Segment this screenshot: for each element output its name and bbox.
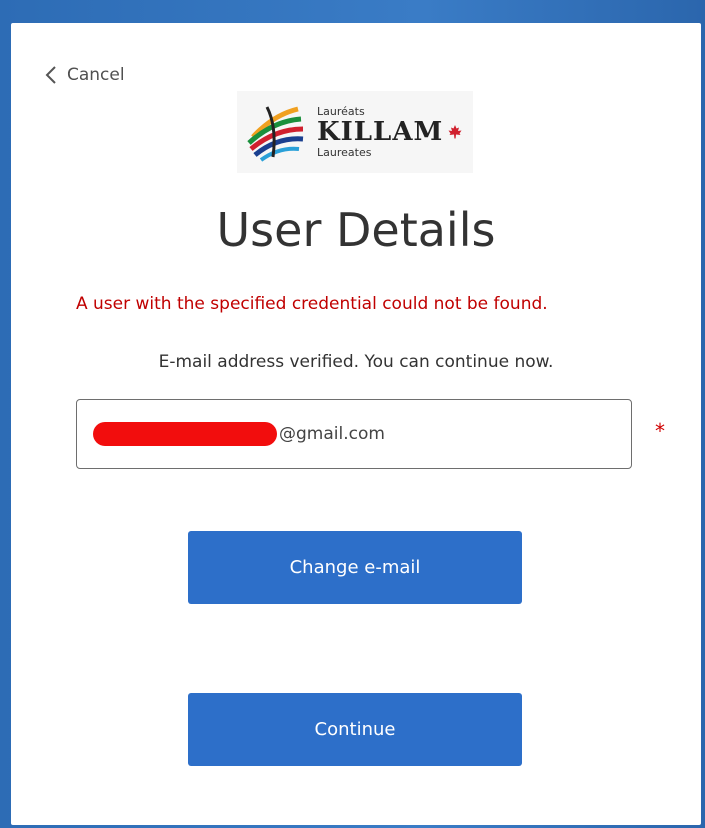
continue-button[interactable]: Continue (188, 693, 522, 766)
required-marker: * (655, 419, 665, 443)
killam-emblem-icon (247, 106, 304, 162)
logo-text-bottom: Laureates (317, 146, 372, 159)
cancel-link[interactable]: Cancel (45, 63, 125, 87)
user-details-card: Cancel Lauréats KILLAM Laureates User De… (11, 23, 701, 825)
maple-leaf-icon (448, 125, 462, 139)
error-message: A user with the specified credential cou… (76, 294, 548, 314)
cancel-label: Cancel (67, 65, 125, 85)
change-email-button[interactable]: Change e-mail (188, 531, 522, 604)
killam-logo: Lauréats KILLAM Laureates (237, 91, 473, 173)
page-title: User Details (216, 203, 496, 257)
verification-info: E-mail address verified. You can continu… (158, 352, 554, 372)
chevron-left-icon (45, 66, 56, 84)
email-field[interactable]: @gmail.com (76, 399, 632, 469)
logo-text-main: KILLAM (317, 117, 444, 147)
email-value: @gmail.com (279, 424, 385, 444)
logo-text-top: Lauréats (317, 105, 365, 118)
redaction-mark (93, 422, 277, 446)
browser-frame: Cancel Lauréats KILLAM Laureates User De… (0, 0, 705, 828)
